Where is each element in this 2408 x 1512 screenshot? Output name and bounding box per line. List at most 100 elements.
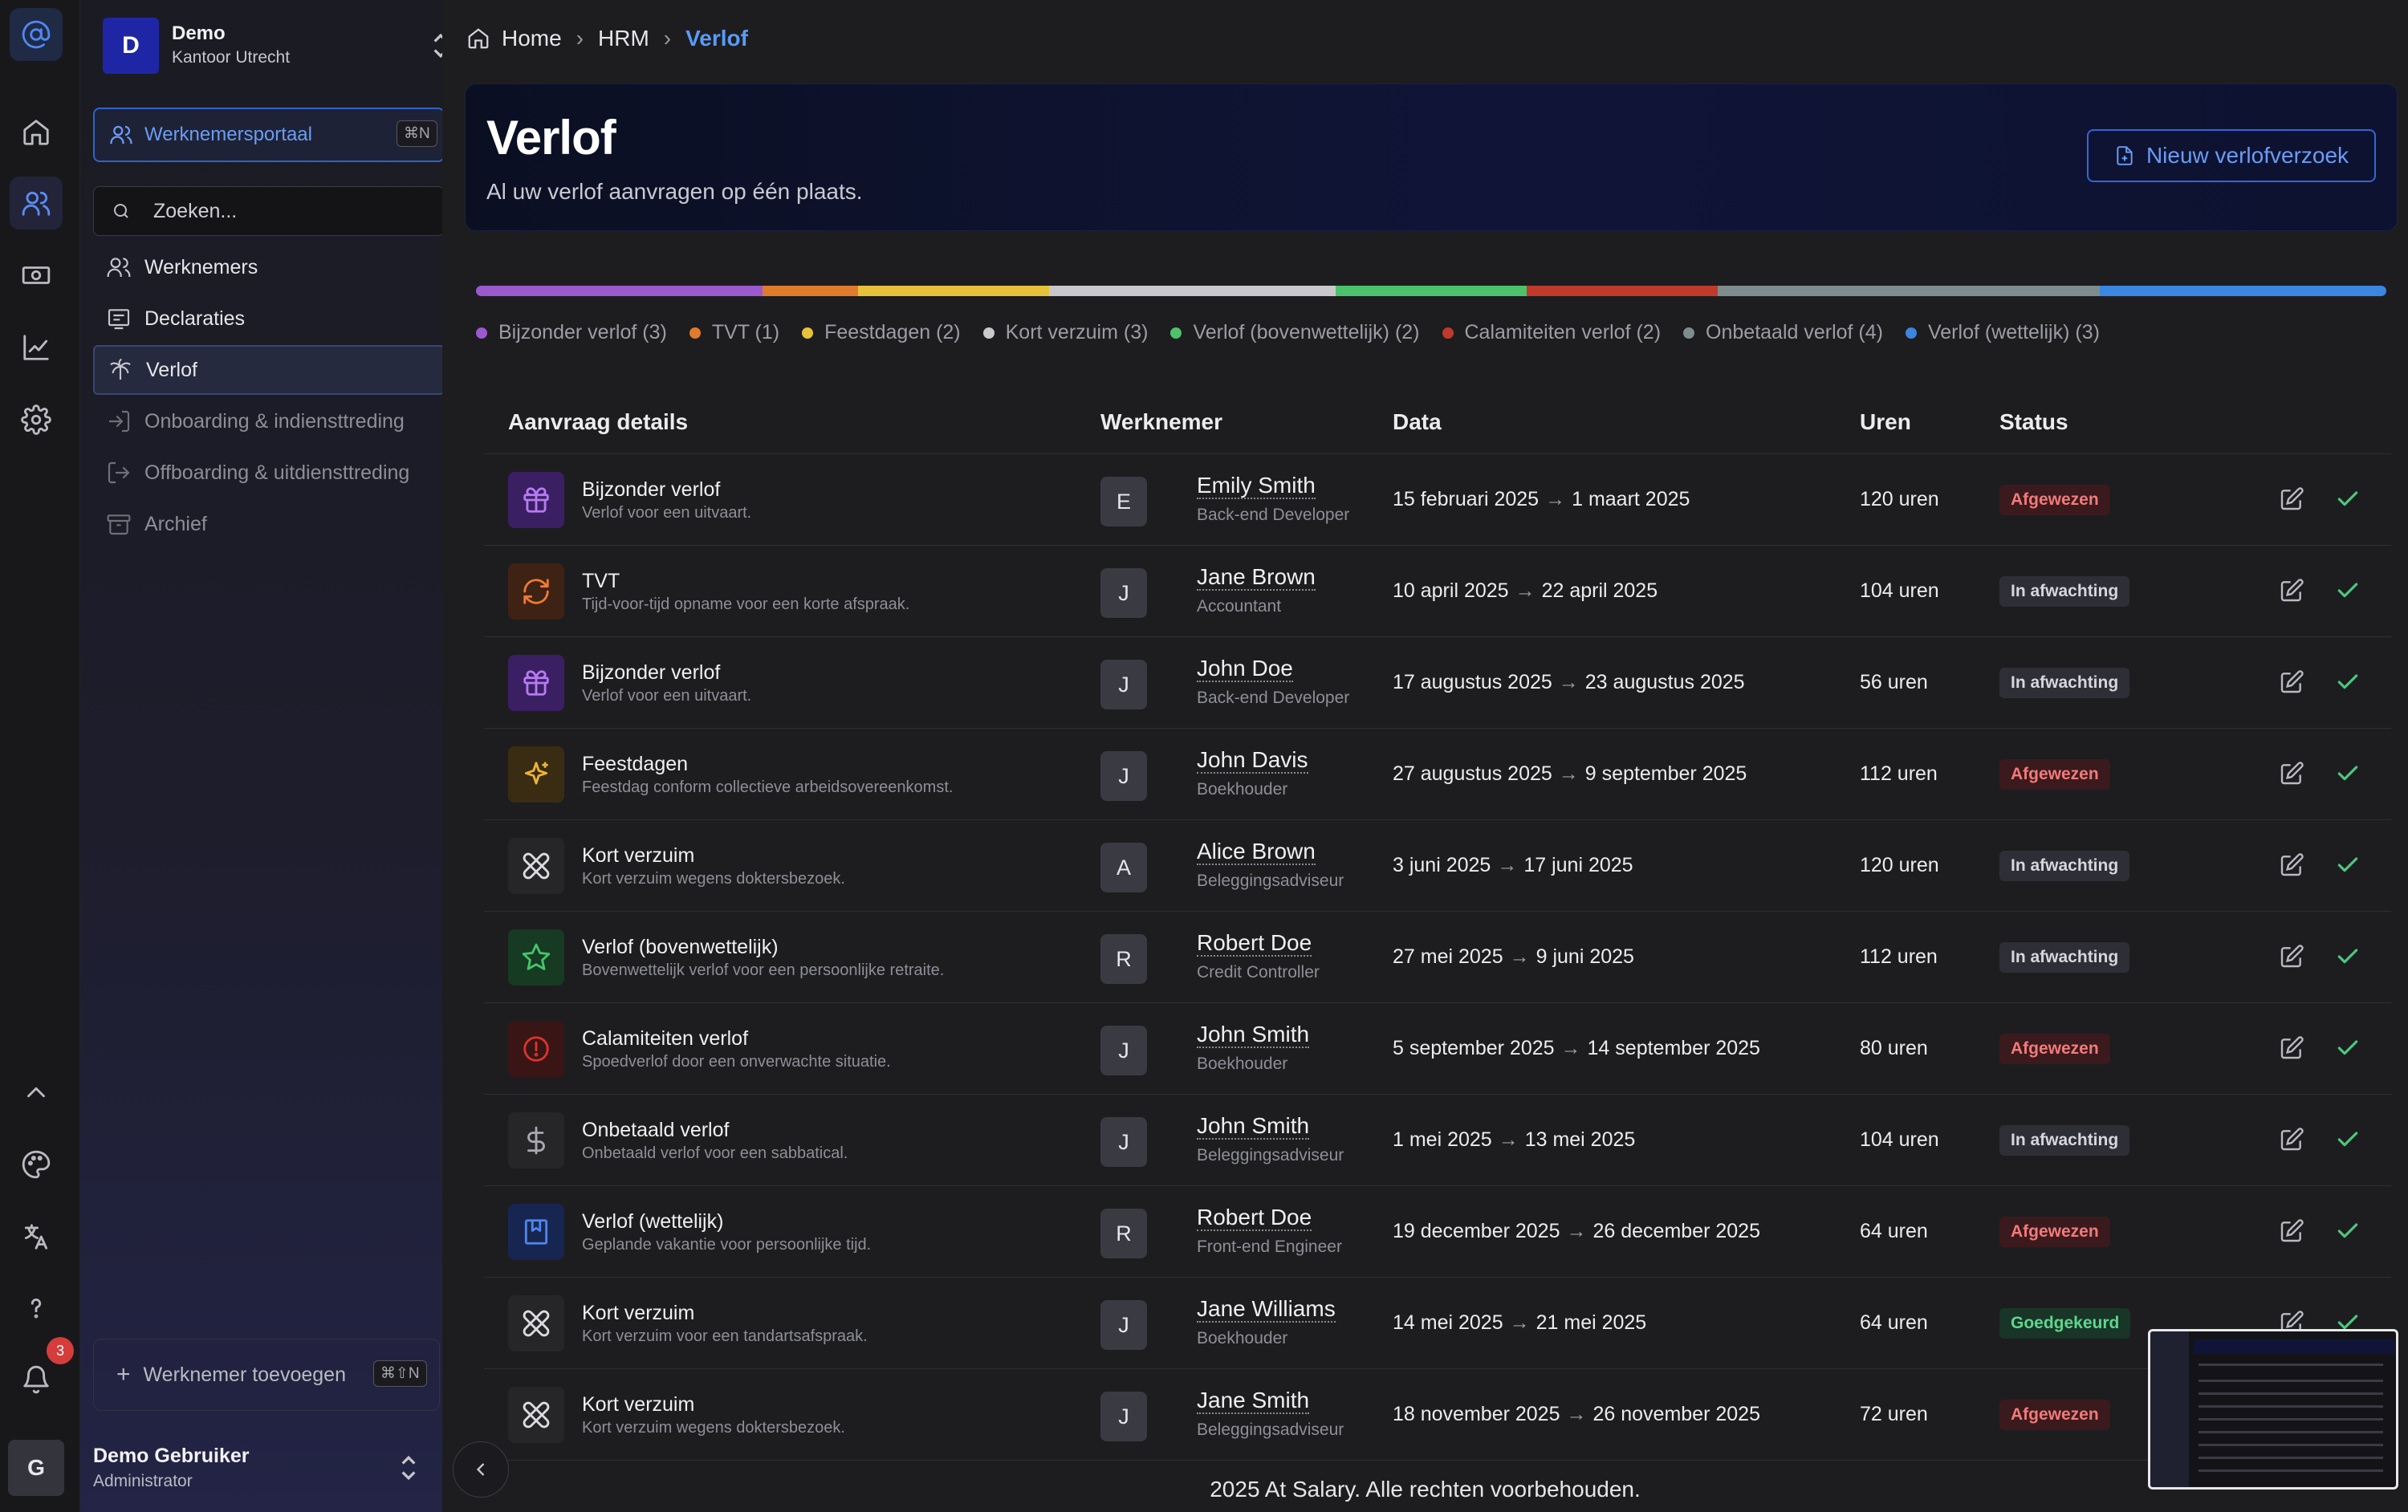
refresh-icon [523,579,549,604]
end-date: 21 mei 2025 [1536,1311,1647,1334]
check-icon [2337,491,2358,506]
bandage-icon [523,1310,550,1337]
leave-type-icon [508,838,564,894]
leave-description: Geplande vakantie voor persoonlijke tijd… [582,1236,872,1254]
approve-button[interactable] [2335,669,2362,697]
distribution-segment [1527,286,1718,296]
alert-circle-icon [523,1036,549,1062]
avatar: G [8,1440,64,1496]
add-employee-button[interactable]: + Werknemer toevoegen ⌘⇧N [93,1339,440,1411]
chevron-up-icon[interactable] [10,1066,63,1119]
approve-button[interactable] [2335,1127,2362,1154]
edit-button[interactable] [2279,669,2306,697]
employee-name-link[interactable]: Emily Smith [1197,474,1316,499]
status-badge: Goedgekeurd [1999,1308,2131,1339]
table-row[interactable]: Verlof (bovenwettelijk) Bovenwettelijk ve… [484,912,2391,1003]
home-icon[interactable] [10,106,63,159]
users-icon[interactable] [10,177,63,230]
new-leave-request-button[interactable]: Nieuw verlofverzoek [2087,129,2376,182]
money-icon[interactable] [10,249,63,302]
search-input[interactable]: Zoeken... [93,186,445,236]
edit-button[interactable] [2279,486,2306,514]
end-date: 1 maart 2025 [1572,488,1690,510]
edit-button[interactable] [2279,761,2306,788]
start-date: 15 februari 2025 [1393,488,1540,510]
legend-label: Onbetaald verlof (4) [1706,321,1883,343]
user-menu[interactable]: G Demo Gebruiker Administrator [8,1437,441,1501]
users-icon [107,258,131,277]
edit-button[interactable] [2279,1127,2306,1154]
translate-icon[interactable] [10,1210,63,1263]
org-location: Kantoor Utrecht [172,48,291,67]
help-icon[interactable] [10,1281,63,1334]
start-date: 10 april 2025 [1393,579,1509,602]
leave-type: Feestdagen [582,753,689,775]
employee-portal-button[interactable]: Werknemersportaal ⌘N [93,108,445,162]
breadcrumb-home[interactable]: Home [502,26,562,51]
organization-switcher[interactable]: D Demo Kantoor Utrecht [103,18,448,75]
approve-button[interactable] [2335,852,2362,880]
employee-name-link[interactable]: John Smith [1197,1114,1310,1140]
table-body: Bijzonder verlof Verlof voor een uitvaart… [484,454,2391,1461]
table-row[interactable]: Feestdagen Feestdag conform collectieve a… [484,729,2391,820]
approve-button[interactable] [2335,1035,2362,1063]
nav-item-offboarding[interactable]: Offboarding & uitdiensttreding [93,448,445,498]
table-row[interactable]: Kort verzuim Kort verzuim voor een tandar… [484,1278,2391,1369]
legend-dot [689,327,701,339]
table-row[interactable]: Kort verzuim Kort verzuim wegens doktersb… [484,1369,2391,1461]
approve-button[interactable] [2335,578,2362,605]
status-badge: Afgewezen [1999,759,2110,790]
table-row[interactable]: TVT Tijd-voor-tijd opname voor een korte … [484,546,2391,637]
legend-dot [982,327,995,339]
employee-name-link[interactable]: Jane Williams [1197,1297,1336,1323]
employee-name-link[interactable]: Robert Doe [1197,931,1312,957]
edit-button[interactable] [2279,1218,2306,1246]
table-row[interactable]: Calamiteiten verlof Spoedverlof door een … [484,1003,2391,1095]
bandage-icon [523,1401,550,1429]
approve-button[interactable] [2335,486,2362,514]
table-row[interactable]: Bijzonder verlof Verlof voor een uitvaart… [484,454,2391,546]
employee-name-link[interactable]: John Smith [1197,1022,1310,1048]
employee-name-link[interactable]: Alice Brown [1197,839,1316,865]
employee-role: Boekhouder [1197,1055,1288,1073]
palette-icon[interactable] [10,1138,63,1191]
approve-button[interactable] [2335,944,2362,971]
leave-type-icon [508,655,564,711]
arrow-right-icon: → [1566,1403,1587,1425]
gear-icon[interactable] [10,393,63,446]
employee-name-link[interactable]: John Davis [1197,748,1308,774]
edit-icon [2280,487,2304,510]
edit-button[interactable] [2279,578,2306,605]
employee-name-link[interactable]: Jane Smith [1197,1388,1310,1414]
approve-button[interactable] [2335,1218,2362,1246]
edit-button[interactable] [2279,852,2306,880]
search-icon [114,204,128,218]
hours: 80 uren [1860,1037,1928,1059]
employee-name-link[interactable]: John Doe [1197,656,1293,682]
breadcrumb-hrm[interactable]: HRM [598,26,649,51]
edit-icon [2280,1036,2304,1059]
page-minimap[interactable] [2148,1329,2398,1490]
chart-icon[interactable] [10,321,63,374]
employee-name-link[interactable]: Jane Brown [1197,565,1316,591]
nav-item-declaraties[interactable]: Declaraties [93,294,445,343]
nav-item-archief[interactable]: Archief [93,499,445,549]
legend-label: Verlof (wettelijk) (3) [1927,321,2100,343]
at-logo-icon[interactable] [10,8,63,61]
nav-item-verlof[interactable]: Verlof [93,345,445,395]
table-row[interactable]: Kort verzuim Kort verzuim wegens doktersb… [484,820,2391,912]
nav-item-onboarding[interactable]: Onboarding & indiensttreding [93,396,445,446]
users-icon [110,125,132,144]
table-row[interactable]: Onbetaald verlof Onbetaald verlof voor ee… [484,1095,2391,1186]
edit-button[interactable] [2279,1035,2306,1063]
edit-button[interactable] [2279,944,2306,971]
leave-type-icon [508,1021,564,1077]
nav-item-werknemers[interactable]: Werknemers [93,242,445,292]
table-row[interactable]: Verlof (wettelijk) Geplande vakantie voor… [484,1186,2391,1278]
start-date: 19 december 2025 [1393,1220,1560,1242]
avatar: J [1100,1026,1147,1075]
distribution-segment [1336,286,1527,296]
table-row[interactable]: Bijzonder verlof Verlof voor een uitvaart… [484,637,2391,729]
approve-button[interactable] [2335,761,2362,788]
employee-name-link[interactable]: Robert Doe [1197,1205,1312,1231]
